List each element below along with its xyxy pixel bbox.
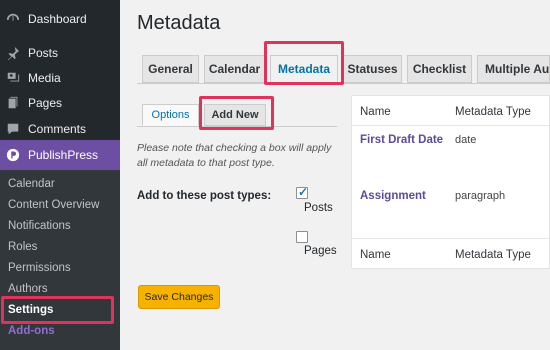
pages-checkbox-label: Pages bbox=[304, 245, 337, 257]
submenu-roles[interactable]: Roles bbox=[8, 241, 37, 253]
submenu-addons[interactable]: Add-ons bbox=[8, 325, 55, 337]
menu-label: PublishPress bbox=[28, 148, 99, 162]
media-icon bbox=[5, 70, 21, 86]
column-header-name[interactable]: Name bbox=[360, 106, 391, 118]
comments-icon bbox=[5, 121, 21, 137]
submenu-content-overview[interactable]: Content Overview bbox=[8, 199, 99, 211]
pages-checkbox[interactable] bbox=[296, 231, 308, 243]
metadata-type-cell: date bbox=[455, 134, 477, 146]
tab-calendar[interactable]: Calendar bbox=[204, 55, 265, 83]
column-header-type[interactable]: Metadata Type bbox=[455, 106, 531, 118]
checkmark-icon: ✓ bbox=[298, 185, 309, 199]
page-title: Metadata bbox=[137, 12, 221, 34]
menu-posts[interactable]: Posts bbox=[0, 40, 120, 65]
tab-multiple-authors[interactable]: Multiple Auth bbox=[477, 55, 550, 83]
menu-media[interactable]: Media bbox=[0, 65, 120, 90]
post-types-label: Add to these post types: bbox=[137, 190, 272, 202]
tab-statuses[interactable]: Statuses bbox=[343, 55, 402, 83]
pages-icon bbox=[5, 95, 21, 111]
menu-comments[interactable]: Comments bbox=[0, 116, 120, 141]
submenu-notifications[interactable]: Notifications bbox=[8, 220, 71, 232]
add-new-highlight bbox=[199, 96, 274, 130]
metadata-tab-highlight bbox=[264, 41, 344, 85]
menu-label: Posts bbox=[28, 45, 59, 60]
menu-label: Comments bbox=[28, 121, 87, 136]
menu-label: Pages bbox=[28, 95, 63, 110]
column-footer-name[interactable]: Name bbox=[360, 249, 391, 261]
posts-checkbox[interactable]: ✓ bbox=[296, 185, 309, 199]
publishpress-icon bbox=[5, 147, 21, 163]
menu-label: Media bbox=[28, 70, 61, 85]
menu-label: Dashboard bbox=[28, 11, 87, 26]
metadata-type-cell: paragraph bbox=[455, 190, 506, 202]
save-changes-button[interactable]: Save Changes bbox=[138, 285, 220, 309]
menu-pages[interactable]: Pages bbox=[0, 90, 120, 115]
pin-icon bbox=[5, 45, 21, 61]
post-type-note: Please note that checking a box will app… bbox=[137, 142, 332, 169]
header-divider bbox=[352, 125, 550, 126]
column-footer-type[interactable]: Metadata Type bbox=[455, 249, 531, 261]
tab-checklist[interactable]: Checklist bbox=[407, 55, 472, 83]
metadata-name-link[interactable]: Assignment bbox=[360, 190, 426, 202]
dashboard-icon bbox=[5, 11, 21, 27]
metadata-name-link[interactable]: First Draft Date bbox=[360, 134, 443, 146]
tab-general[interactable]: General bbox=[142, 55, 199, 83]
settings-highlight bbox=[1, 296, 114, 324]
footer-divider bbox=[352, 238, 550, 239]
menu-publishpress[interactable]: PublishPress bbox=[0, 140, 120, 170]
submenu-authors[interactable]: Authors bbox=[8, 283, 48, 295]
menu-dashboard[interactable]: Dashboard bbox=[0, 6, 120, 31]
subtab-options[interactable]: Options bbox=[142, 104, 199, 126]
submenu-permissions[interactable]: Permissions bbox=[8, 262, 71, 274]
metadata-table: Name Metadata Type First Draft Date date… bbox=[351, 95, 550, 269]
posts-checkbox-label: Posts bbox=[304, 202, 333, 214]
submenu-calendar[interactable]: Calendar bbox=[8, 178, 55, 190]
